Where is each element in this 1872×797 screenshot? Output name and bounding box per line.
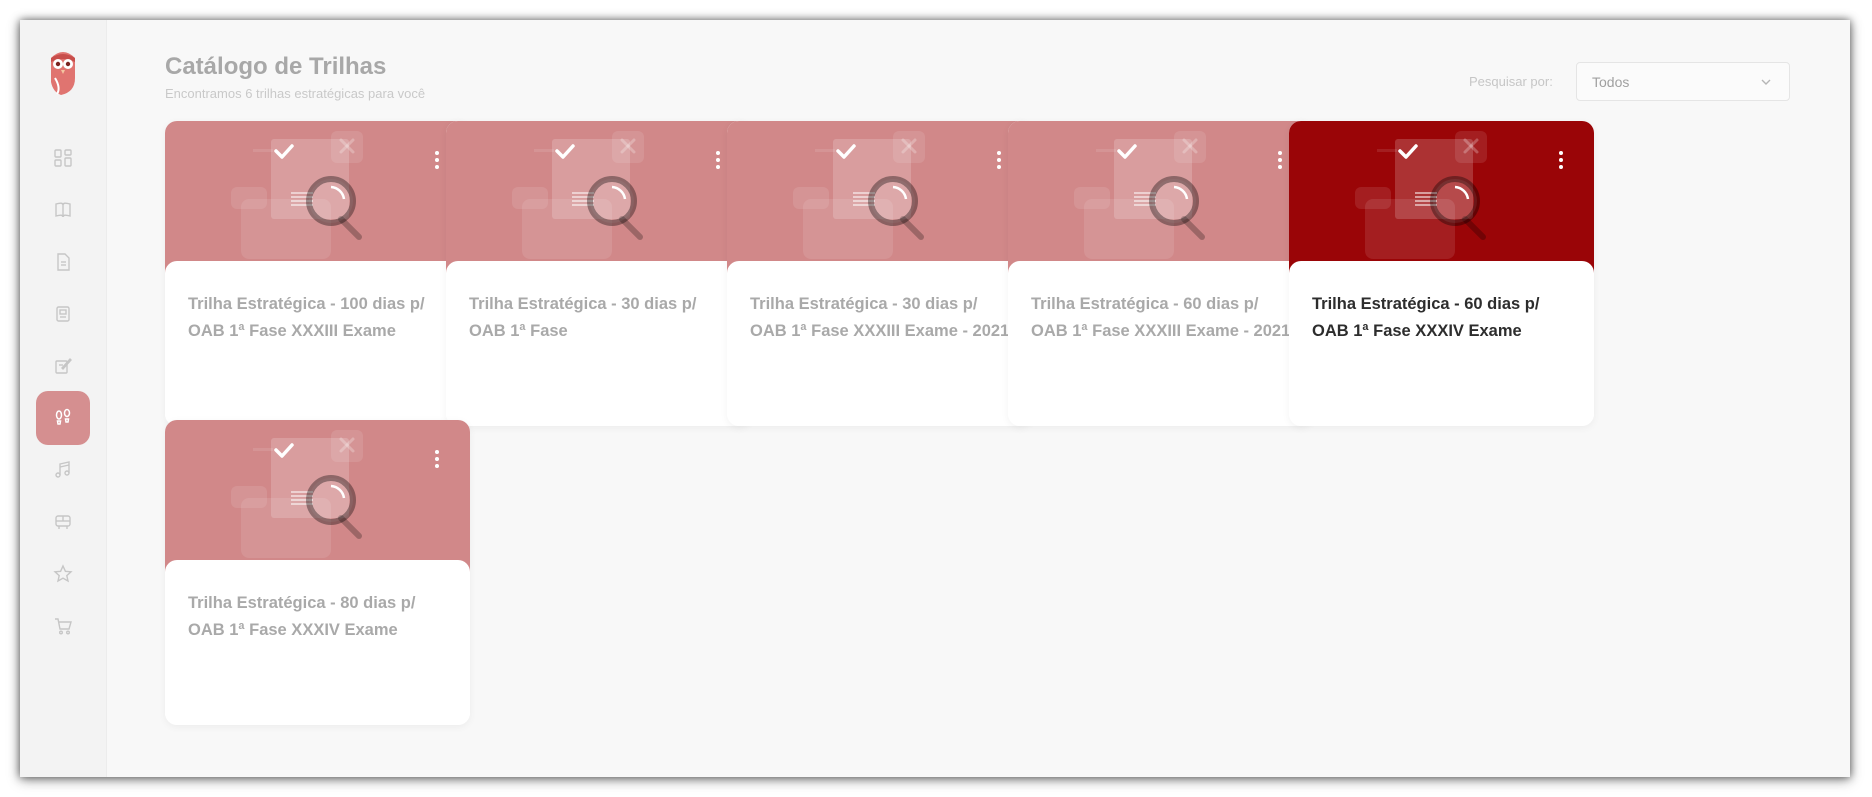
trail-card-6[interactable]: Trilha Estratégica - 80 dias p/ OAB 1ª F… — [165, 420, 470, 725]
trail-card-5[interactable]: Trilha Estratégica - 60 dias p/ OAB 1ª F… — [1289, 121, 1594, 426]
trail-card-title: Trilha Estratégica - 60 dias p/ OAB 1ª F… — [1312, 295, 1540, 340]
sidebar-item-transport[interactable] — [36, 495, 90, 549]
book-icon — [55, 202, 71, 218]
more-options-icon[interactable] — [434, 450, 440, 472]
document-search-illustration-icon — [512, 131, 644, 259]
trail-card-body: Trilha Estratégica - 100 dias p/ OAB 1ª … — [165, 261, 470, 426]
sidebar-item-trilhas[interactable] — [36, 391, 90, 445]
sidebar-item-notebook[interactable] — [36, 287, 90, 341]
sidebar-item-favorites[interactable] — [36, 547, 90, 601]
star-icon — [53, 564, 73, 583]
music-icon — [55, 461, 70, 478]
trail-card-title: Trilha Estratégica - 80 dias p/ OAB 1ª F… — [188, 594, 416, 639]
trail-card-body: Trilha Estratégica - 60 dias p/ OAB 1ª F… — [1289, 261, 1594, 426]
more-options-icon[interactable] — [1558, 151, 1564, 173]
document-search-illustration-icon — [1355, 131, 1487, 259]
document-icon — [57, 253, 70, 271]
trail-card-body: Trilha Estratégica - 60 dias p/ OAB 1ª F… — [1008, 261, 1313, 426]
main-content: Catálogo de Trilhas Encontramos 6 trilha… — [107, 20, 1850, 777]
trail-card-title: Trilha Estratégica - 30 dias p/ OAB 1ª F… — [469, 295, 697, 340]
trail-card-banner — [165, 420, 470, 572]
trail-card-title: Trilha Estratégica - 100 dias p/ OAB 1ª … — [188, 295, 425, 340]
more-options-icon[interactable] — [996, 151, 1002, 173]
trail-card-banner — [446, 121, 751, 273]
trail-card-banner — [165, 121, 470, 273]
trail-card-banner — [1008, 121, 1313, 273]
filter-select-value: Todos — [1592, 74, 1630, 90]
trail-card-1[interactable]: Trilha Estratégica - 100 dias p/ OAB 1ª … — [165, 121, 470, 426]
notebook-icon — [56, 306, 70, 322]
trail-card-2[interactable]: Trilha Estratégica - 30 dias p/ OAB 1ª F… — [446, 121, 751, 426]
trail-card-body: Trilha Estratégica - 30 dias p/ OAB 1ª F… — [446, 261, 751, 426]
page-title: Catálogo de Trilhas — [165, 53, 387, 80]
document-search-illustration-icon — [231, 430, 363, 558]
trail-card-banner — [727, 121, 1032, 273]
chevron-down-icon — [1761, 79, 1771, 85]
trail-card-body: Trilha Estratégica - 30 dias p/ OAB 1ª F… — [727, 261, 1032, 426]
more-options-icon[interactable] — [715, 151, 721, 173]
sidebar-item-music[interactable] — [36, 443, 90, 497]
sidebar-item-cart[interactable] — [36, 599, 90, 653]
filter-select[interactable]: Todos — [1576, 62, 1790, 101]
app-window: Catálogo de Trilhas Encontramos 6 trilha… — [20, 20, 1850, 777]
cart-icon — [55, 618, 72, 635]
document-search-illustration-icon — [1074, 131, 1206, 259]
trail-card-title: Trilha Estratégica - 60 dias p/ OAB 1ª F… — [1031, 295, 1291, 340]
footprints-icon — [55, 408, 71, 425]
trail-card-body: Trilha Estratégica - 80 dias p/ OAB 1ª F… — [165, 560, 470, 725]
dashboard-icon — [54, 149, 72, 167]
trail-card-3[interactable]: Trilha Estratégica - 30 dias p/ OAB 1ª F… — [727, 121, 1032, 426]
search-label: Pesquisar por: — [1469, 74, 1553, 89]
trail-card-banner — [1289, 121, 1594, 273]
page-subtitle: Encontramos 6 trilhas estratégicas para … — [165, 86, 426, 101]
document-search-illustration-icon — [231, 131, 363, 259]
trail-card-title: Trilha Estratégica - 30 dias p/ OAB 1ª F… — [750, 295, 1010, 340]
document-search-illustration-icon — [793, 131, 925, 259]
sidebar-item-documents[interactable] — [36, 235, 90, 289]
sidebar-item-books[interactable] — [36, 183, 90, 237]
edit-note-icon — [55, 357, 72, 374]
more-options-icon[interactable] — [434, 151, 440, 173]
sidebar — [20, 20, 107, 777]
bus-icon — [55, 515, 71, 529]
sidebar-item-dashboard[interactable] — [36, 131, 90, 185]
owl-logo-icon[interactable] — [47, 48, 79, 96]
more-options-icon[interactable] — [1277, 151, 1283, 173]
trail-card-4[interactable]: Trilha Estratégica - 60 dias p/ OAB 1ª F… — [1008, 121, 1313, 426]
sidebar-item-tasks[interactable] — [36, 339, 90, 393]
